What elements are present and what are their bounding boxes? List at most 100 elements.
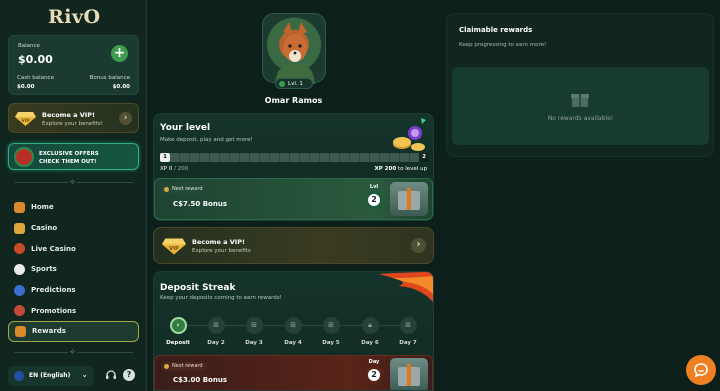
- chevron-right-icon[interactable]: ›: [119, 112, 132, 125]
- bonus-balance-value: $0.00: [112, 84, 130, 90]
- flame-icon: [379, 272, 433, 302]
- coins-icon: [393, 118, 426, 151]
- sidebar: RivO Balance $0.00 + Cash balance $0.00 …: [0, 0, 147, 391]
- chevron-right-icon: ›: [169, 317, 187, 334]
- next-reward-amount: C$3.00 Bonus: [173, 376, 227, 384]
- live-casino-icon: [14, 243, 25, 255]
- exclusive-offers-card[interactable]: EXCLUSIVE OFFERS CHECK THEM OUT!: [8, 143, 139, 170]
- vip-banner-subtitle: Explore your benefits: [192, 248, 251, 254]
- gift-icon: ⊞: [322, 317, 340, 334]
- offers-line-2: CHECK THEM OUT!: [39, 159, 97, 165]
- sidebar-item-promotions[interactable]: Promotions: [8, 300, 139, 321]
- streak-day-7: ⊞ Day 7: [389, 317, 427, 346]
- gift-box-icon: [390, 182, 428, 216]
- headset-icon[interactable]: [105, 369, 117, 381]
- sidebar-item-label: Sports: [31, 265, 57, 274]
- offers-text: EXCLUSIVE OFFERS CHECK THEM OUT!: [39, 150, 99, 166]
- rivo-logo[interactable]: RivO: [48, 6, 101, 28]
- username: Omar Ramos: [264, 96, 323, 105]
- casino-icon: [14, 222, 25, 234]
- vip-banner-title: Become a VIP!: [192, 238, 245, 246]
- level-icon: [279, 81, 285, 87]
- progress-end-level: 2: [419, 153, 429, 162]
- vip-gem-icon: VIP: [15, 112, 36, 126]
- next-reward-amount: C$7.50 Bonus: [173, 200, 227, 208]
- streak-day-label: Day 5: [322, 340, 340, 346]
- your-level-card: Your level Make deposit, play and get mo…: [153, 113, 434, 221]
- cash-balance-label: Cash balance: [17, 75, 54, 81]
- next-reward-tag: Next reward: [161, 185, 207, 194]
- streak-day-label: Day 2: [207, 340, 225, 346]
- reward-level-badge: Lvl 2: [363, 184, 385, 209]
- gift-icon: ⊞: [399, 317, 417, 334]
- level-pill-label: Lvl. 1: [288, 80, 303, 87]
- balance-label: Balance: [18, 43, 40, 49]
- balance-card: Balance $0.00 + Cash balance $0.00 Bonus…: [8, 35, 139, 95]
- flag-icon: [14, 371, 24, 381]
- sidebar-item-label: Rewards: [32, 327, 66, 336]
- deposit-streak-title: Deposit Streak: [160, 283, 236, 293]
- sidebar-nav: Home Casino Live Casino Sports Predictio…: [8, 197, 139, 342]
- xp-needed: XP 200 to level up: [375, 166, 428, 172]
- streak-day-4: ⊞ Day 4: [274, 317, 312, 346]
- xp-total: / 200: [174, 166, 189, 172]
- streak-day-6: 🔒︎ Day 6: [351, 317, 389, 346]
- language-label: EN (English): [29, 372, 71, 379]
- vip-banner[interactable]: VIP Become a VIP! Explore your benefits …: [153, 227, 434, 264]
- gift-icon: ⊞: [207, 317, 225, 334]
- reward-level-caption: Lvl: [369, 184, 379, 190]
- vip-card-title: Become a VIP!: [42, 111, 95, 119]
- sidebar-item-predictions[interactable]: Predictions: [8, 280, 139, 301]
- sidebar-item-sports[interactable]: Sports: [8, 259, 139, 280]
- sidebar-item-home[interactable]: Home: [8, 197, 139, 218]
- divider-ornament-icon: ⟡: [68, 347, 77, 357]
- level-pill: Lvl. 1: [275, 78, 313, 89]
- chevron-right-icon[interactable]: ›: [411, 238, 426, 253]
- sidebar-item-live-casino[interactable]: Live Casino: [8, 238, 139, 259]
- gift-icon: ⊞: [284, 317, 302, 334]
- sidebar-footer: EN (English) ⌄ ?: [0, 363, 147, 391]
- divider: ⟡: [14, 178, 133, 187]
- offers-icon: [14, 147, 34, 167]
- reward-day-badge: Day 2: [363, 359, 385, 384]
- level-next-reward: Next reward C$7.50 Bonus Lvl 2: [154, 178, 433, 220]
- deposit-streak-card: Deposit Streak Keep your deposits coming…: [153, 271, 434, 391]
- streak-day-deposit[interactable]: › Deposit: [159, 317, 197, 346]
- claimable-rewards-panel: Claimable rewards Keep progressing to ea…: [446, 13, 714, 157]
- rewards-main: Lvl. 1 Omar Ramos Your level Make deposi…: [147, 0, 440, 391]
- sidebar-item-label: Live Casino: [31, 244, 76, 253]
- chevron-down-icon: ⌄: [81, 370, 88, 379]
- xp-label: XP: [160, 166, 168, 172]
- streak-day-label: Day 7: [399, 340, 417, 346]
- xp-current-value: 0: [168, 166, 173, 172]
- streak-day-2: ⊞ Day 2: [197, 317, 235, 346]
- xp-needed-value: XP 200: [374, 166, 397, 172]
- sidebar-item-rewards[interactable]: Rewards: [8, 321, 139, 342]
- vip-card-subtitle: Explore your benefits!: [42, 121, 103, 127]
- progress-start-level: 1: [160, 153, 170, 162]
- sports-icon: [14, 263, 25, 275]
- xp-needed-suffix: to level up: [397, 166, 427, 172]
- sidebar-item-casino[interactable]: Casino: [8, 218, 139, 239]
- bonus-balance-label: Bonus balance: [89, 75, 130, 81]
- divider-ornament-icon: ⟡: [68, 177, 77, 187]
- plus-icon[interactable]: +: [111, 45, 128, 62]
- gift-icon: [570, 91, 590, 107]
- streak-day-label: Day 3: [245, 340, 263, 346]
- vip-badge-text: VIP: [21, 118, 30, 124]
- live-chat-button[interactable]: [686, 355, 716, 385]
- offers-line-1: EXCLUSIVE OFFERS: [39, 151, 99, 157]
- sidebar-item-label: Casino: [31, 224, 58, 233]
- rewards-icon: [15, 325, 26, 337]
- streak-days: › Deposit ⊞ Day 2 ⊞ Day 3 ⊞ Day 4 ⊞ Day …: [154, 317, 433, 351]
- predictions-icon: [14, 284, 25, 296]
- sidebar-vip-card[interactable]: VIP Become a VIP! Explore your benefits!…: [8, 103, 139, 133]
- help-icon[interactable]: ?: [123, 369, 135, 381]
- your-level-title: Your level: [160, 123, 211, 133]
- cash-balance-value: $0.00: [17, 84, 35, 90]
- sidebar-item-label: Promotions: [31, 306, 77, 315]
- chat-icon: [694, 363, 708, 378]
- language-selector[interactable]: EN (English) ⌄: [8, 366, 94, 386]
- deposit-streak-subtitle: Keep your deposits coming to earn reward…: [160, 295, 282, 301]
- reward-day-number: 2: [365, 366, 383, 384]
